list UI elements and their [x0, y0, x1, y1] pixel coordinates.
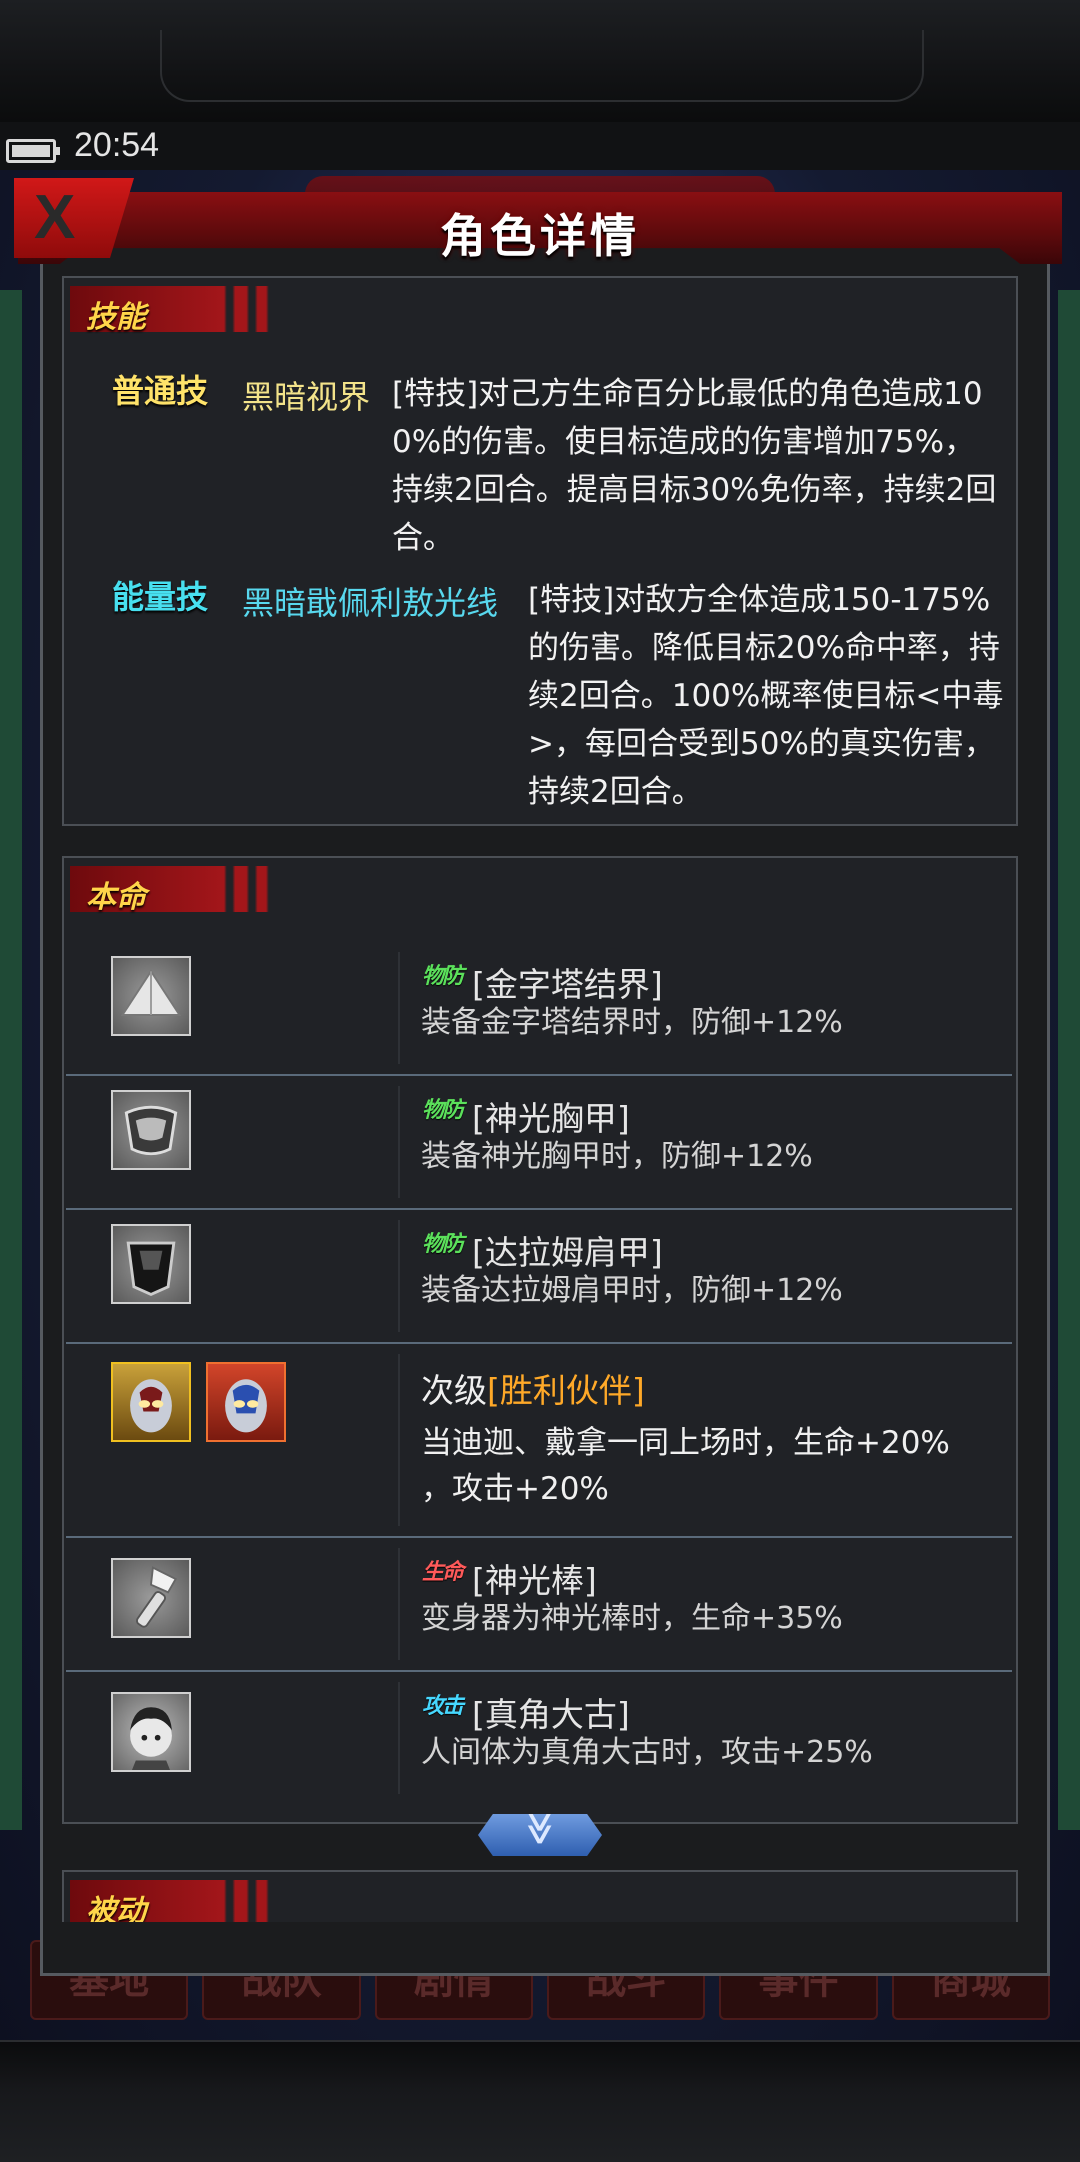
attack-badge: 攻击 [422, 1694, 464, 1719]
device-frame-top [0, 0, 1080, 124]
fate-row[interactable]: 次级 [胜利伙伴] 当迪迦、戴拿一同上场时，生命+20% ，攻击+20% [66, 1344, 1012, 1538]
device-frame-bottom [0, 2040, 1080, 2162]
fate-row-description: 装备达拉姆肩甲时，防御+12% [421, 1273, 843, 1308]
fate-row[interactable]: 物防 [神光胸甲] 装备神光胸甲时，防御+12% [66, 1076, 1012, 1210]
background-edge-right [1058, 290, 1080, 1830]
fate-row-description: 人间体为真角大古时，攻击+25% [421, 1735, 873, 1770]
row-divider [398, 1682, 400, 1794]
pyramid-icon [111, 956, 191, 1036]
defense-badge: 物防 [422, 1232, 464, 1257]
energy-skill-label: 能量技 [112, 578, 209, 616]
battery-icon [6, 139, 60, 163]
fate-row-description: 装备神光胸甲时，防御+12% [421, 1139, 813, 1174]
status-bar [0, 122, 1080, 170]
energy-skill-name: 黑暗戢佩利敖光线 [242, 584, 499, 622]
row-divider [398, 1086, 400, 1198]
fate-row-title: [神光棒] [472, 1561, 597, 1600]
fate-row-title: [胜利伙伴] [487, 1371, 645, 1410]
fate-row-title: [真角大古] [472, 1695, 630, 1734]
hp-badge: 生命 [422, 1560, 464, 1585]
energy-skill-description: [特技]对敌方全体造成150-175%的伤害。降低目标20%命中率，持续2回合。… [528, 582, 1004, 810]
passive-panel: 被动 [62, 1870, 1018, 1922]
row-divider [398, 1548, 400, 1660]
sparklence-icon [111, 1558, 191, 1638]
normal-skill-description: [特技]对己方生命百分比最低的角色造成100%的伤害。使目标造成的伤害增加75%… [392, 376, 997, 556]
fate-row-description: 装备金字塔结界时，防御+12% [421, 1005, 843, 1040]
normal-skill-label: 普通技 [112, 372, 209, 410]
fate-row[interactable]: 攻击 [真角大古] 人间体为真角大古时，攻击+25% [66, 1672, 1012, 1806]
row-divider [398, 952, 400, 1064]
scroll-down-button[interactable]: ≫ [478, 1814, 602, 1856]
fate-row-title: [金字塔结界] [472, 965, 663, 1004]
fate-section-label: 本命 [86, 880, 146, 915]
dyna-portrait-icon [206, 1362, 286, 1442]
close-icon: X [34, 183, 76, 252]
defense-badge: 物防 [422, 964, 464, 989]
tiga-portrait-icon [111, 1362, 191, 1442]
fate-row[interactable]: 物防 [金字塔结界] 装备金字塔结界时，防御+12% [66, 942, 1012, 1076]
companion-prefix: 次级 [421, 1371, 487, 1410]
passive-section-label: 被动 [86, 1894, 146, 1922]
fate-row-title: [神光胸甲] [472, 1099, 630, 1138]
daigo-portrait-icon [111, 1692, 191, 1772]
status-time: 20:54 [74, 126, 160, 164]
background-edge-left [0, 290, 22, 1830]
fate-row-description: 变身器为神光棒时，生命+35% [421, 1601, 843, 1636]
defense-badge: 物防 [422, 1098, 464, 1123]
normal-skill-name: 黑暗视界 [242, 378, 371, 416]
chest-armor-icon [111, 1090, 191, 1170]
fate-row-description: 当迪迦、戴拿一同上场时，生命+20% [421, 1425, 950, 1461]
row-divider [398, 1220, 400, 1332]
skills-section-label: 技能 [86, 300, 146, 335]
fate-row[interactable]: 生命 [神光棒] 变身器为神光棒时，生命+35% [66, 1538, 1012, 1672]
fate-row-title: [达拉姆肩甲] [472, 1233, 663, 1272]
shoulder-armor-icon [111, 1224, 191, 1304]
row-divider [398, 1354, 400, 1526]
dialog-title: 角色详情 [440, 209, 640, 263]
fate-row[interactable]: 物防 [达拉姆肩甲] 装备达拉姆肩甲时，防御+12% [66, 1210, 1012, 1344]
fate-row-description-continued: ，攻击+20% [421, 1471, 609, 1507]
